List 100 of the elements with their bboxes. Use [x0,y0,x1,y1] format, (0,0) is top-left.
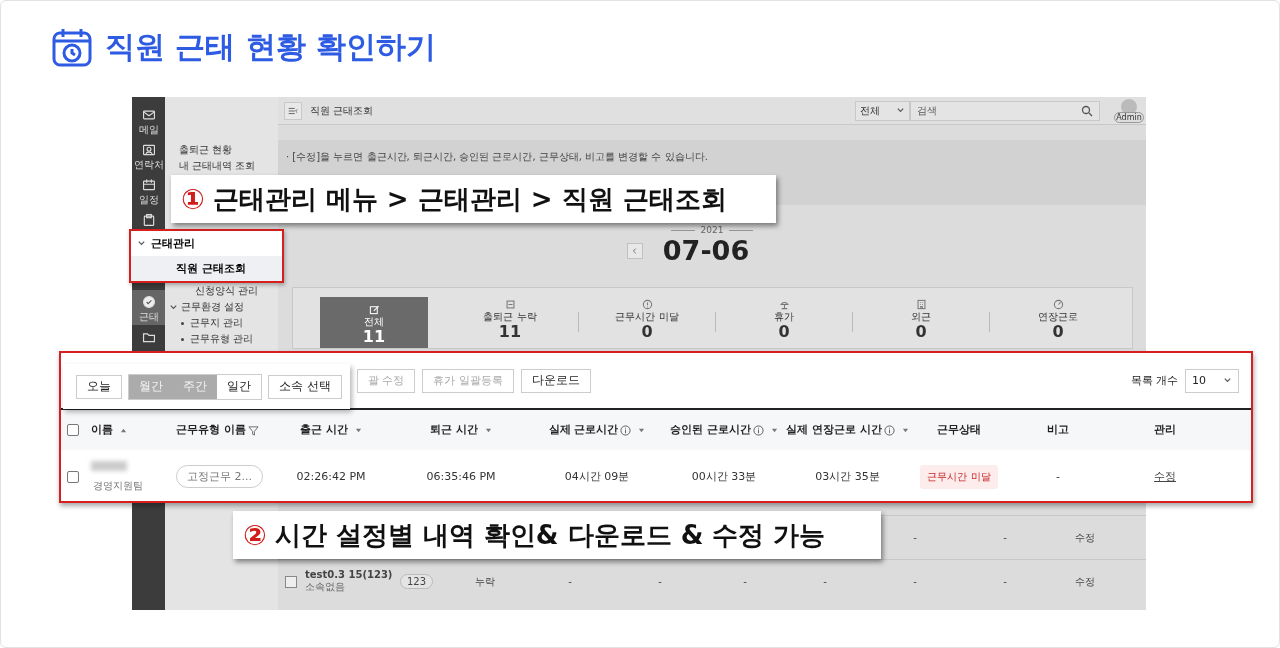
alert-circle-icon [641,299,653,310]
checkbox[interactable] [67,424,79,436]
rail-item[interactable]: 일정 [132,173,165,208]
table-cell-text: 04시간 09분 [563,469,631,484]
chevron-down-icon[interactable] [896,106,905,115]
sort-down-icon[interactable] [901,426,909,434]
checkbox[interactable] [67,470,79,483]
search-icon[interactable] [1081,104,1093,117]
table-cell: 경영지원팀 [93,479,143,491]
calendar-icon [141,178,156,192]
table-cell-text: - [822,576,828,587]
info-icon[interactable] [883,424,895,436]
menu-item[interactable]: 직원 근태조회 [131,256,282,281]
pencil-square-icon [368,303,380,315]
mail-icon [141,108,156,122]
sort-down-icon[interactable] [484,426,492,434]
column-header: 근무상태 [937,423,981,437]
sidebar-item[interactable]: 신청양식 관리 [165,283,278,299]
folder-icon [141,330,156,344]
contact-icon [141,143,156,157]
edit-link[interactable]: 수정 [1154,469,1176,484]
page-size-label: 목록 개수 [1130,373,1178,388]
checkbox[interactable] [285,575,297,588]
status-tag: 근무시간 미달 [920,464,998,489]
sidebar-group[interactable]: 근무환경 설정 [181,301,245,313]
stat-tab[interactable]: 전체 11 [320,297,428,348]
table-cell-text: - [912,576,918,587]
menu-group[interactable]: 근태관리 [151,236,195,251]
table-cell-text: - [912,532,918,543]
sort-down-icon[interactable] [638,426,646,434]
filter-icon[interactable] [247,424,259,436]
callout-text: 근태관리 메뉴 > 근태관리 > 직원 근태조회 [212,182,727,216]
step-number: ① [181,182,205,216]
column-header: 실제 연장근로 시간 [786,423,882,437]
column-header: 실제 근로시간 [548,423,619,437]
rail-item[interactable]: 연락처 [132,138,165,173]
table-cell-text: 02:26:42 PM [295,470,367,483]
rail-item[interactable]: 근태 [132,290,165,325]
table-cell-text: 소속없음 [305,580,346,594]
edit-link[interactable]: 수정 [1045,574,1125,589]
chevron-down-icon[interactable] [137,239,146,248]
action-button[interactable]: 다운로드 [520,368,591,393]
chevron-down-icon[interactable] [1223,376,1232,385]
sidebar-item[interactable]: 출퇴근 현황 [165,142,278,158]
stat-tab[interactable]: 외근 0 [853,288,989,348]
table-cell-text: test0.3 15(123) [305,569,394,580]
info-icon[interactable] [752,424,764,436]
umbrella-icon [778,299,790,310]
table-cell-text: 00시간 33분 [690,469,758,484]
table-cell-text: 누락 [474,574,496,589]
today-button[interactable]: 오늘 [76,374,122,399]
column-header: 관리 [1154,423,1176,437]
page-heading: 직원 근태조회 [310,103,375,118]
table-cell-text: - [1002,532,1008,543]
table-cell-text: - [1002,576,1008,587]
column-header: 출근 시간 [300,423,348,437]
sort-down-icon[interactable] [770,426,778,434]
page-size-dropdown[interactable]: 10 [1185,368,1239,393]
table-cell-text: 06:35:46 PM [425,470,497,483]
column-header: 근무유형 이름 [176,423,246,437]
table-cell-text: - [742,576,748,587]
stat-tab[interactable]: 연장근로 0 [990,288,1126,348]
menu-icon[interactable] [284,101,302,120]
callout-text: 시간 설정별 내역 확인& 다운로드 & 수정 가능 [274,518,826,552]
sidebar-item[interactable]: 근무유형 관리 [190,333,254,345]
sort-down-icon[interactable] [354,426,362,434]
column-header: 비고 [1047,423,1069,437]
table-cell-text: 03시간 35분 [814,469,881,484]
stat-tab[interactable]: 휴가 0 [716,288,852,348]
table-cell-text: - [1055,470,1061,483]
search-field[interactable]: 검색 [910,100,1100,121]
clock-icon [1052,299,1064,310]
notice-text: · [수정]을 누르면 출근시간, 퇴근시간, 승인된 근로시간, 근무상태, 비고를 변경할 수 있습니다. [286,150,709,164]
year-label: 2021 [700,225,724,235]
column-header: 승인된 근로시간 [670,423,751,437]
scope-dropdown[interactable]: 전체 [855,100,910,121]
table-cell-text: - [657,576,663,587]
date-label: 07-06 [662,235,750,266]
minus-square-icon [504,299,516,310]
calendar-clock-icon [51,26,93,68]
sort-up-icon[interactable] [120,426,127,434]
column-header: 이름 [91,423,113,437]
building-icon [915,299,927,310]
step-number: ② [243,518,267,552]
work-type-tag: 123 [400,574,434,589]
org-select-button[interactable]: 소속 선택 [268,374,342,399]
clipboard-icon [141,213,156,227]
info-icon[interactable] [620,424,632,436]
chevron-down-icon[interactable] [169,302,178,312]
stat-tab[interactable]: 출퇴근 누락 11 [442,288,578,348]
table-cell-text: - [567,576,573,587]
column-header: 퇴근 시간 [430,423,478,437]
check-circle-icon [141,295,156,309]
page-title: 직원 근태 현황 확인하기 [105,27,437,66]
rail-item[interactable]: 메일 [132,103,165,138]
sidebar-item[interactable]: 내 근태내역 조회 [165,158,278,174]
sidebar-item[interactable]: 근무지 관리 [190,317,244,329]
blurred-name [91,460,127,471]
edit-link[interactable]: 수정 [1045,530,1125,545]
stat-tab[interactable]: 근무시간 미달 0 [579,288,715,348]
